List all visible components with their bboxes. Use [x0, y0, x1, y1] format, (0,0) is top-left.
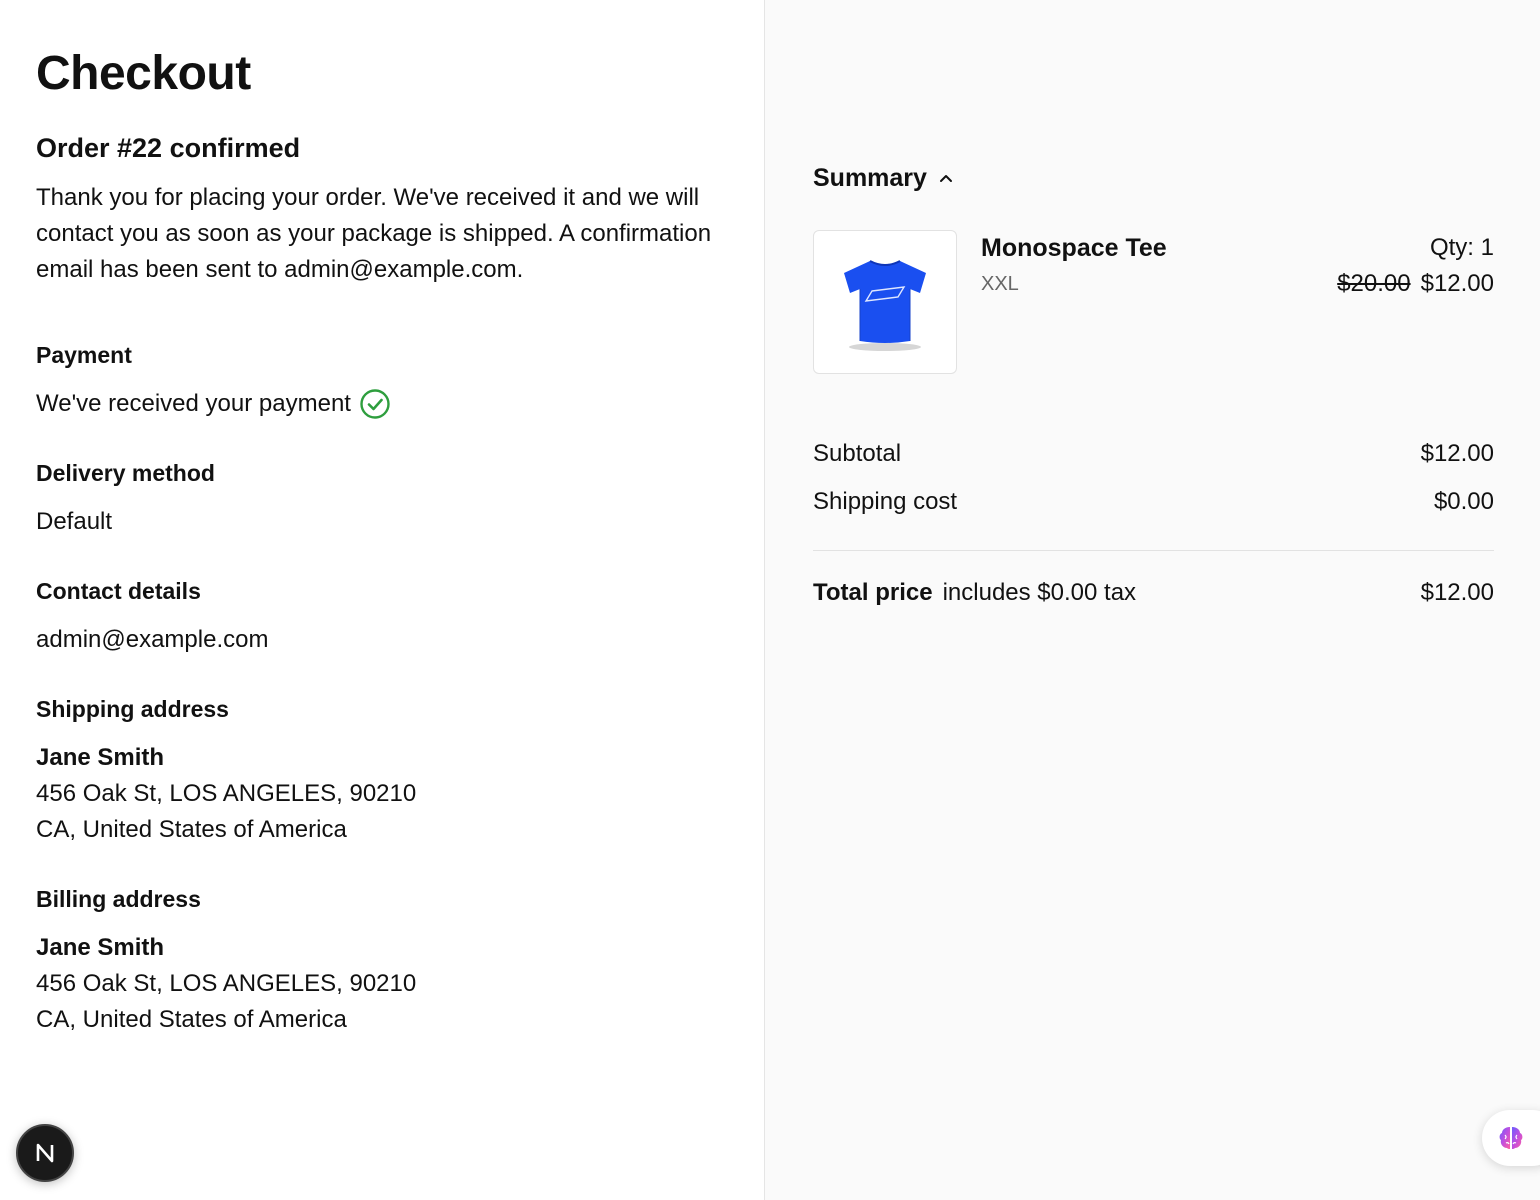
billing-address-line1: 456 Oak St, LOS ANGELES, 90210	[36, 970, 417, 997]
brain-icon	[1499, 1127, 1523, 1149]
order-confirmation-message: Thank you for placing your order. We've …	[36, 184, 712, 283]
nextjs-dev-badge[interactable]	[16, 1124, 74, 1182]
assistant-widget-button[interactable]	[1482, 1110, 1540, 1166]
check-circle-icon	[359, 388, 391, 420]
product-quantity: Qty: 1	[1429, 234, 1494, 261]
product-sale-price: $12.00	[1420, 270, 1494, 297]
summary-divider	[813, 550, 1494, 551]
product-thumbnail[interactable]	[813, 230, 957, 374]
shipping-address-heading: Shipping address	[36, 696, 229, 722]
billing-address-heading: Billing address	[36, 886, 201, 912]
order-summary-panel: Summary Monospace Tee XXL Qty: 1 $20.00 …	[765, 0, 1540, 1200]
shipping-address-section: Shipping address Jane Smith 456 Oak St, …	[36, 694, 728, 848]
total-tax-note: includes $0.00 tax	[942, 579, 1137, 606]
billing-address-section: Billing address Jane Smith 456 Oak St, L…	[36, 884, 728, 1038]
order-details-panel: Checkout Order #22 confirmed Thank you f…	[0, 0, 765, 1200]
delivery-heading: Delivery method	[36, 460, 215, 486]
summary-toggle[interactable]: Summary	[813, 160, 1494, 196]
shipping-cost-value: $0.00	[1433, 488, 1494, 515]
delivery-section: Delivery method Default	[36, 458, 728, 540]
page-title: Checkout	[36, 47, 251, 100]
subtotal-value: $12.00	[1420, 440, 1494, 467]
delivery-method-value: Default	[36, 508, 113, 535]
payment-section: Payment We've received your payment	[36, 340, 728, 422]
summary-line-item: Monospace Tee XXL Qty: 1 $20.00 $12.00	[813, 230, 1494, 374]
product-pricing: Qty: 1 $20.00 $12.00	[1337, 230, 1494, 302]
total-label-group: Total price includes $0.00 tax	[813, 575, 1136, 611]
payment-heading: Payment	[36, 342, 132, 368]
payment-status-text: We've received your payment	[36, 390, 351, 417]
total-row: Total price includes $0.00 tax $12.00	[813, 575, 1494, 611]
billing-address-line2: CA, United States of America	[36, 1006, 347, 1033]
tshirt-icon	[844, 260, 926, 351]
checkout-page: Checkout Order #22 confirmed Thank you f…	[0, 0, 1540, 1200]
order-confirmation-heading: Order #22 confirmed	[36, 133, 301, 163]
product-variant: XXL	[981, 273, 1019, 295]
product-name[interactable]: Monospace Tee	[981, 230, 1337, 266]
subtotal-label: Subtotal	[813, 440, 902, 467]
payment-status: We've received your payment	[36, 386, 728, 422]
product-original-price: $20.00	[1337, 270, 1411, 297]
nextjs-logo-icon	[36, 1143, 54, 1163]
subtotal-row: Subtotal $12.00	[813, 436, 1494, 472]
shipping-address-line2: CA, United States of America	[36, 816, 347, 843]
contact-heading: Contact details	[36, 578, 201, 604]
total-label: Total price	[813, 579, 933, 606]
billing-name: Jane Smith	[36, 934, 165, 961]
contact-section: Contact details admin@example.com	[36, 576, 728, 658]
product-price-row: $20.00 $12.00	[1337, 266, 1494, 302]
shipping-cost-label: Shipping cost	[813, 488, 958, 515]
shipping-name: Jane Smith	[36, 744, 165, 771]
chevron-up-icon	[937, 169, 955, 187]
summary-label: Summary	[813, 164, 927, 192]
product-info: Monospace Tee XXL	[957, 230, 1337, 302]
total-value: $12.00	[1420, 579, 1494, 606]
shipping-address-line1: 456 Oak St, LOS ANGELES, 90210	[36, 780, 417, 807]
contact-email: admin@example.com	[36, 626, 269, 653]
shipping-cost-row: Shipping cost $0.00	[813, 484, 1494, 520]
